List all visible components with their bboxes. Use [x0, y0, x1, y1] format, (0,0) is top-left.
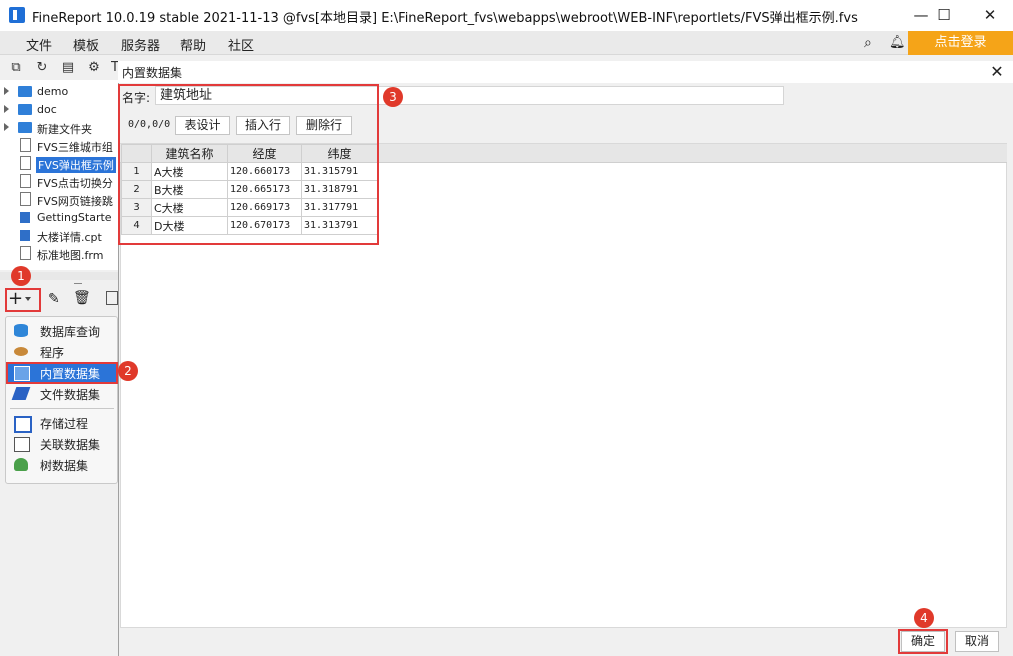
menu-item-file-dataset[interactable]: 文件数据集 — [11, 384, 114, 404]
annotation-badge: 4 — [914, 608, 934, 628]
more-tool-icon[interactable]: T — [111, 61, 118, 75]
app-logo-icon — [9, 7, 25, 23]
file-icon — [20, 156, 31, 170]
folder-icon — [18, 104, 32, 115]
dialog-close-icon[interactable]: ✕ — [988, 62, 1006, 81]
menu-community[interactable]: 社区 — [228, 35, 254, 54]
annotation-badge: 3 — [383, 87, 403, 107]
tree-dataset-icon — [14, 458, 28, 471]
tree-item[interactable]: GettingStarte — [0, 209, 118, 227]
file-icon — [20, 138, 31, 152]
tree-item[interactable]: FVS网页链接跳 — [0, 191, 118, 209]
notification-bell-icon[interactable]: 🔔︎ — [889, 35, 906, 50]
annotation-box-ok — [898, 629, 948, 654]
menu-file[interactable]: 文件 — [26, 35, 52, 54]
tree-item[interactable]: 大楼详情.cpt — [0, 227, 118, 245]
cpt-file-icon — [20, 212, 30, 223]
tree-item[interactable]: FVS点击切换分 — [0, 173, 118, 191]
annotation-box-embedded — [6, 362, 118, 384]
annotation-box-dataset — [118, 84, 379, 245]
tree-item-selected[interactable]: FVS弹出框示例 — [0, 155, 118, 173]
locate-icon[interactable]: ▤ — [61, 61, 75, 75]
tree-item[interactable]: FVS三维城市组 — [0, 137, 118, 155]
dialog-title-bar — [118, 61, 1013, 83]
annotation-box-add — [5, 288, 41, 312]
menu-item-database-query[interactable]: 数据库查询 — [14, 321, 114, 341]
file-icon — [20, 174, 31, 188]
cancel-button[interactable]: 取消 — [955, 631, 999, 652]
preview-icon[interactable] — [106, 291, 118, 305]
tree-item[interactable]: 标准地图.frm — [0, 245, 118, 263]
tree-item[interactable]: 新建文件夹 — [0, 119, 118, 137]
close-window-button[interactable]: ✕ — [967, 0, 1013, 31]
stored-procedure-icon — [14, 416, 32, 433]
dialog-title: 内置数据集 — [122, 66, 183, 80]
relation-dataset-icon — [14, 437, 30, 452]
annotation-badge: 1 — [11, 266, 31, 286]
folder-icon — [18, 122, 32, 133]
program-icon — [14, 347, 28, 356]
file-icon — [20, 192, 31, 206]
edit-icon[interactable]: ✎ — [48, 291, 60, 307]
menu-item-relation-dataset[interactable]: 关联数据集 — [14, 434, 114, 454]
menu-item-stored-procedure[interactable]: 存储过程 — [14, 413, 114, 433]
expand-arrow-icon[interactable] — [4, 87, 9, 95]
menu-help[interactable]: 帮助 — [180, 35, 206, 54]
frm-file-icon — [20, 246, 31, 260]
login-button[interactable]: 点击登录 — [908, 31, 1013, 55]
search-icon[interactable]: ⌕ — [864, 35, 872, 51]
tree-item[interactable]: demo — [0, 83, 118, 101]
menu-separator — [10, 408, 114, 409]
settings-icon[interactable]: ⚙ — [87, 61, 101, 75]
file-dataset-icon — [11, 387, 31, 400]
menu-template[interactable]: 模板 — [73, 35, 99, 54]
refresh-icon[interactable]: ↻ — [35, 61, 49, 75]
maximize-button[interactable]: ☐ — [921, 0, 967, 31]
cpt-file-icon — [20, 230, 30, 241]
tree-item[interactable]: doc — [0, 101, 118, 119]
menu-server[interactable]: 服务器 — [121, 35, 160, 54]
expand-arrow-icon[interactable] — [4, 105, 9, 113]
expand-arrow-icon[interactable] — [4, 123, 9, 131]
menu-item-program[interactable]: 程序 — [14, 342, 114, 362]
splitter-grip-icon — [74, 283, 82, 284]
folder-icon — [18, 86, 32, 97]
database-icon — [14, 324, 28, 337]
delete-icon[interactable]: 🗑︎ — [73, 290, 91, 306]
annotation-badge: 2 — [118, 361, 138, 381]
window-title: FineReport 10.0.19 stable 2021-11-13 @fv… — [32, 11, 858, 26]
menu-item-tree-dataset[interactable]: 树数据集 — [14, 455, 114, 475]
new-folder-icon[interactable]: ⧉ — [9, 61, 23, 75]
